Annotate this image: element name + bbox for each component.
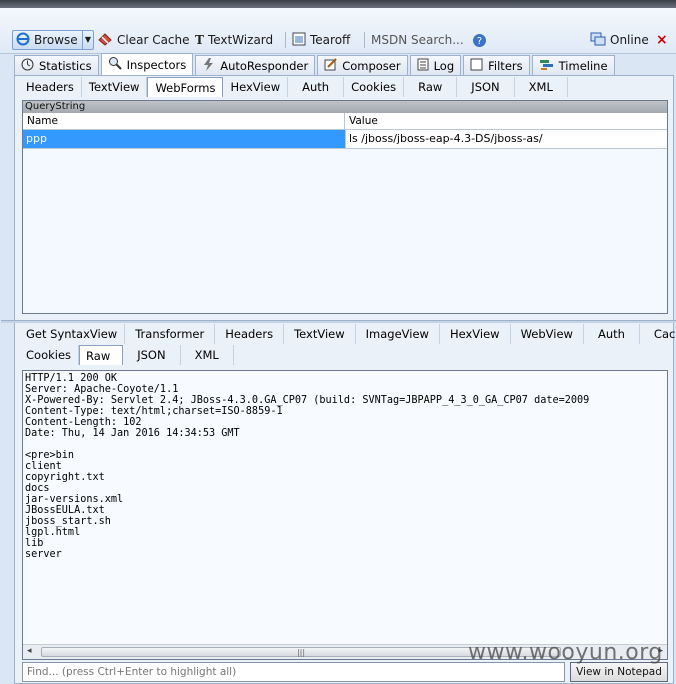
- tab-timeline-label: Timeline: [558, 58, 608, 73]
- statistics-icon: [21, 58, 34, 74]
- left-edge: [0, 55, 13, 684]
- timeline-icon: [539, 58, 554, 74]
- tearoff-button[interactable]: Tearoff: [292, 30, 350, 50]
- textwizard-label: TextWizard: [207, 33, 274, 47]
- response-raw-text[interactable]: HTTP/1.1 200 OK Server: Apache-Coyote/1.…: [23, 371, 667, 562]
- column-header-name[interactable]: Name: [23, 113, 345, 129]
- response-tab-strip-1: Get SyntaxView Transformer Headers TextV…: [19, 324, 676, 344]
- row-name-cell[interactable]: ppp: [23, 130, 345, 148]
- request-tab-hexview[interactable]: HexView: [223, 77, 289, 97]
- response-tab-transformer[interactable]: Transformer: [125, 324, 216, 344]
- msdn-search-label: MSDN Search...: [371, 33, 464, 47]
- tab-filters-label: Filters: [488, 58, 523, 73]
- response-tab-textview[interactable]: TextView: [284, 324, 356, 344]
- clear-cache-button[interactable]: Clear Cache: [97, 30, 190, 50]
- querystring-header: Name Value: [23, 113, 667, 130]
- online-icon: [590, 32, 606, 49]
- tab-inspectors[interactable]: Inspectors: [100, 53, 194, 75]
- tab-timeline[interactable]: Timeline: [531, 55, 615, 75]
- close-icon[interactable]: ×: [656, 30, 668, 50]
- browse-ie-icon: [16, 32, 30, 49]
- main-tab-strip: Statistics Inspectors AutoResponder Comp…: [14, 53, 617, 76]
- svg-text:?: ?: [477, 36, 482, 47]
- textwizard-button[interactable]: T TextWizard: [195, 30, 273, 50]
- querystring-title: QueryString: [23, 101, 667, 113]
- browse-dropdown-icon[interactable]: ▼: [82, 31, 93, 49]
- row-value-cell[interactable]: ls /jboss/jboss-eap-4.3-DS/jboss-as/: [345, 130, 667, 148]
- clear-cache-label: Clear Cache: [117, 33, 190, 47]
- response-tab-headers[interactable]: Headers: [215, 324, 285, 344]
- tab-statistics-label: Statistics: [39, 58, 92, 73]
- autoresponder-icon: [202, 57, 215, 74]
- response-tab-json[interactable]: JSON: [123, 345, 181, 365]
- inspectors-panel: Headers TextView WebForms HexView Auth C…: [1, 75, 676, 684]
- request-tab-strip: Headers TextView WebForms HexView Auth C…: [19, 77, 568, 97]
- tab-log-label: Log: [433, 58, 455, 73]
- browse-label: Browse: [34, 33, 78, 47]
- tab-composer[interactable]: Composer: [317, 55, 408, 75]
- panel-splitter[interactable]: [1, 320, 676, 323]
- tab-autoresponder[interactable]: AutoResponder: [195, 55, 316, 75]
- querystring-empty-area: [23, 149, 667, 313]
- tearoff-icon: [292, 32, 306, 49]
- tab-composer-label: Composer: [342, 58, 401, 73]
- request-tab-raw[interactable]: Raw: [404, 77, 458, 97]
- tearoff-label: Tearoff: [310, 33, 351, 47]
- column-header-value[interactable]: Value: [345, 113, 667, 129]
- tab-statistics[interactable]: Statistics: [14, 55, 99, 75]
- scroll-left-icon[interactable]: ◂: [27, 646, 32, 656]
- tab-inspectors-label: Inspectors: [126, 57, 187, 72]
- view-in-notepad-button[interactable]: View in Notepad: [570, 662, 668, 682]
- tab-filters[interactable]: Filters: [463, 55, 530, 75]
- online-label: Online: [610, 33, 649, 47]
- main-toolbar: Browse ▼ Clear Cache T TextWizard Tearof…: [0, 8, 676, 54]
- response-raw-view[interactable]: HTTP/1.1 200 OK Server: Apache-Coyote/1.…: [22, 370, 668, 660]
- request-tab-json[interactable]: JSON: [457, 77, 515, 97]
- request-tab-webforms[interactable]: WebForms: [147, 77, 224, 97]
- browse-button[interactable]: Browse ▼: [12, 30, 94, 50]
- tab-log[interactable]: Log: [409, 55, 462, 75]
- response-tab-auth[interactable]: Auth: [584, 324, 640, 344]
- watermark: www.wooyun.org: [468, 640, 663, 665]
- toolbar-separator: [285, 32, 286, 48]
- online-indicator[interactable]: Online: [590, 30, 649, 50]
- toolbar-separator: [364, 32, 365, 48]
- inspectors-icon: [108, 56, 122, 73]
- response-tab-hexview[interactable]: HexView: [440, 324, 511, 344]
- response-tab-webview[interactable]: WebView: [511, 324, 584, 344]
- request-tab-xml[interactable]: XML: [515, 77, 568, 97]
- request-tab-headers[interactable]: Headers: [19, 77, 82, 97]
- composer-icon: [324, 57, 337, 74]
- response-tab-cookies[interactable]: Cookies: [19, 345, 80, 365]
- clear-cache-icon: [97, 32, 113, 49]
- request-tab-auth[interactable]: Auth: [288, 77, 345, 97]
- request-tab-cookies[interactable]: Cookies: [344, 77, 405, 97]
- msdn-search-input[interactable]: MSDN Search...: [371, 30, 464, 50]
- find-input[interactable]: Find... (press Ctrl+Enter to highlight a…: [22, 662, 565, 682]
- request-tab-textview[interactable]: TextView: [82, 77, 148, 97]
- tab-autoresponder-label: AutoResponder: [220, 58, 309, 73]
- response-tab-xml[interactable]: XML: [181, 345, 234, 365]
- response-tab-imageview[interactable]: ImageView: [356, 324, 440, 344]
- table-row[interactable]: ppp ls /jboss/jboss-eap-4.3-DS/jboss-as/: [23, 130, 667, 149]
- response-tab-syntaxview[interactable]: Get SyntaxView: [19, 324, 126, 344]
- window-top-strip: [0, 0, 676, 8]
- response-tab-caching[interactable]: Caching: [640, 324, 676, 344]
- log-icon: [417, 58, 429, 74]
- response-tab-raw[interactable]: Raw: [79, 345, 124, 365]
- querystring-grid: QueryString Name Value ppp ls /jboss/jbo…: [22, 100, 668, 314]
- textwizard-icon: T: [195, 33, 204, 47]
- filters-icon: [470, 58, 483, 74]
- msdn-help-icon[interactable]: ?: [472, 30, 487, 50]
- response-tab-strip-2: Cookies Raw JSON XML: [19, 345, 234, 365]
